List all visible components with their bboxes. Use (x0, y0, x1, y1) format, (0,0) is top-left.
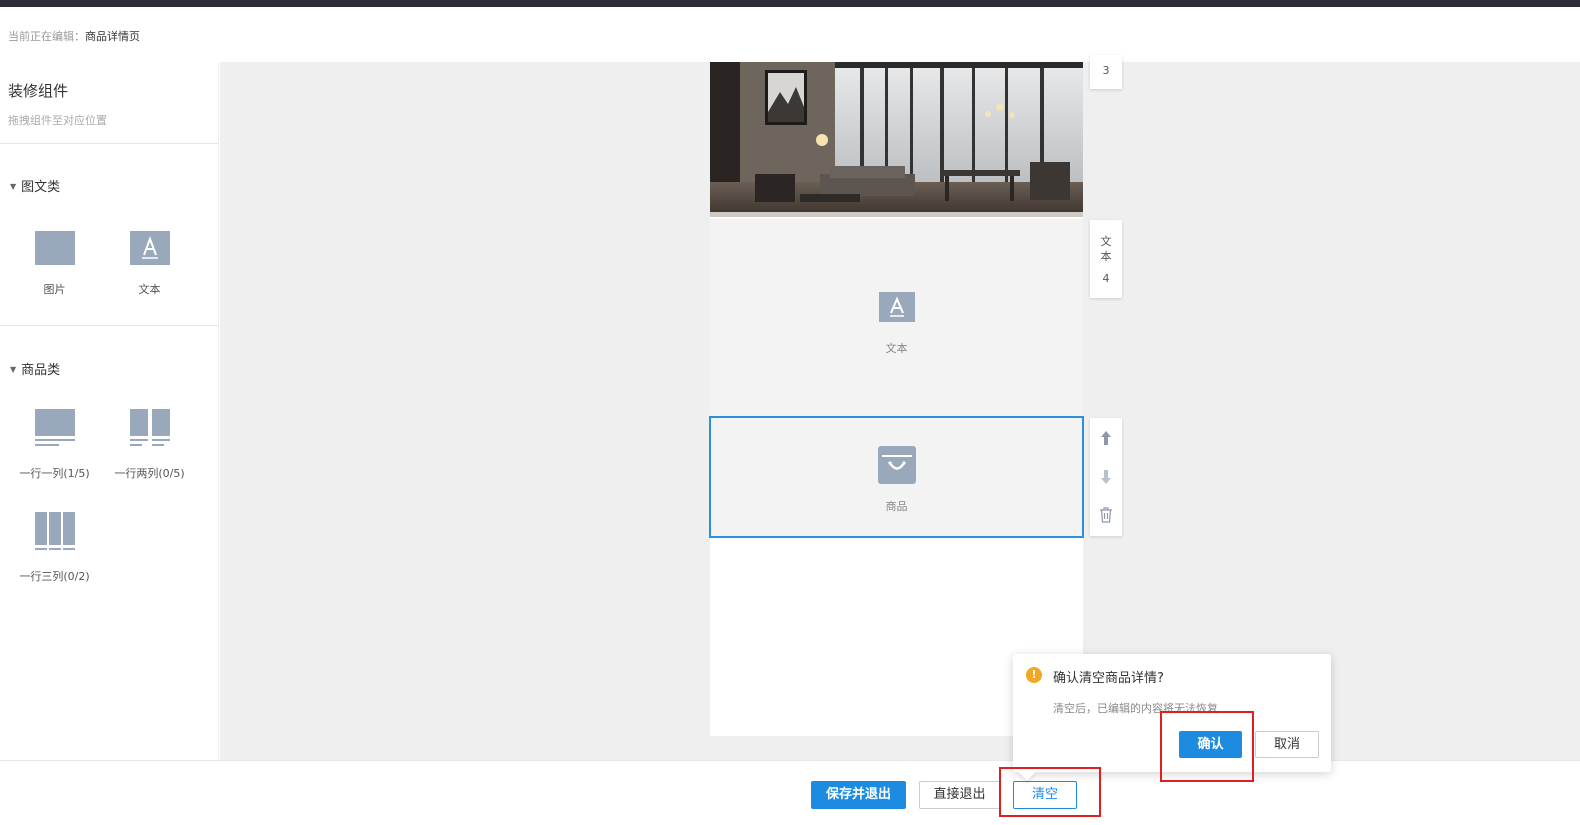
component-label: 一行一列(1/5) (19, 467, 90, 480)
component-two-column[interactable]: 一行两列(0/5) (102, 409, 197, 481)
phone-preview: 文本 商品 (709, 62, 1084, 736)
clear-confirm-popover: ! 确认清空商品详情? 清空后，已编辑的内容将无法恢复 确认 取消 (1013, 654, 1331, 781)
editing-indicator: 当前正在编辑：商品详情页 (8, 28, 140, 44)
tab-index: 3 (1102, 64, 1110, 77)
text-component-tab[interactable]: 文本 4 (1090, 220, 1122, 298)
editing-prefix: 当前正在编辑： (8, 30, 85, 43)
confirm-button[interactable]: 确认 (1179, 731, 1242, 758)
component-label: 文本 (138, 283, 161, 296)
delete-icon[interactable] (1099, 507, 1113, 526)
component-sidebar: 装修组件 拖拽组件至对应位置 ▼ 图文类 图片 文本 ▼ 商品类 一行一列(1/5)… (0, 62, 219, 760)
cancel-button[interactable]: 取消 (1255, 731, 1319, 758)
text-icon (878, 292, 915, 326)
top-bar (0, 0, 1580, 7)
category-label: 商品类 (21, 363, 61, 378)
category-image-text[interactable]: ▼ 图文类 (10, 176, 60, 195)
component-label: 一行两列(0/5) (114, 467, 185, 480)
component-one-column[interactable]: 一行一列(1/5) (7, 409, 102, 481)
sidebar-divider (0, 143, 219, 144)
sidebar-subtitle: 拖拽组件至对应位置 (8, 114, 107, 127)
interior-photo[interactable] (710, 62, 1083, 217)
goods-block-label: 商品 (885, 500, 908, 513)
save-and-exit-button[interactable]: 保存并退出 (811, 781, 906, 809)
bottom-action-bar (0, 760, 1580, 825)
editing-page-name: 商品详情页 (85, 30, 140, 43)
goods-block[interactable]: 商品 (709, 416, 1084, 538)
component-image[interactable]: 图片 (7, 231, 102, 297)
image-component-tab[interactable]: 3 (1090, 55, 1122, 89)
one-column-icon (34, 409, 75, 446)
exit-button[interactable]: 直接退出 (919, 781, 1000, 809)
move-up-icon[interactable] (1099, 430, 1113, 449)
caret-down-icon: ▼ (10, 182, 17, 191)
component-three-column[interactable]: 一行三列(0/2) (7, 512, 102, 584)
tab-label: 文本 (1100, 235, 1112, 263)
sidebar-divider (0, 325, 219, 326)
text-block-label: 文本 (885, 342, 908, 355)
sidebar-title: 装修组件 (8, 82, 69, 100)
tab-index: 4 (1102, 272, 1110, 285)
caret-down-icon: ▼ (10, 365, 17, 374)
warning-icon: ! (1026, 667, 1042, 683)
image-icon (34, 231, 75, 265)
component-label: 图片 (43, 283, 66, 296)
move-down-icon[interactable] (1099, 469, 1113, 488)
text-icon (129, 231, 170, 265)
popover-message: 清空后，已编辑的内容将无法恢复 (1053, 702, 1218, 715)
clear-button[interactable]: 清空 (1013, 781, 1077, 809)
shopping-bag-icon (877, 446, 916, 488)
goods-tools-panel (1090, 418, 1122, 536)
component-text[interactable]: 文本 (102, 231, 197, 297)
component-label: 一行三列(0/2) (19, 570, 90, 583)
category-label: 图文类 (21, 180, 61, 195)
popover-title: 确认清空商品详情? (1053, 671, 1164, 686)
category-goods[interactable]: ▼ 商品类 (10, 359, 60, 378)
two-column-icon (129, 409, 170, 446)
three-column-icon (34, 512, 75, 550)
